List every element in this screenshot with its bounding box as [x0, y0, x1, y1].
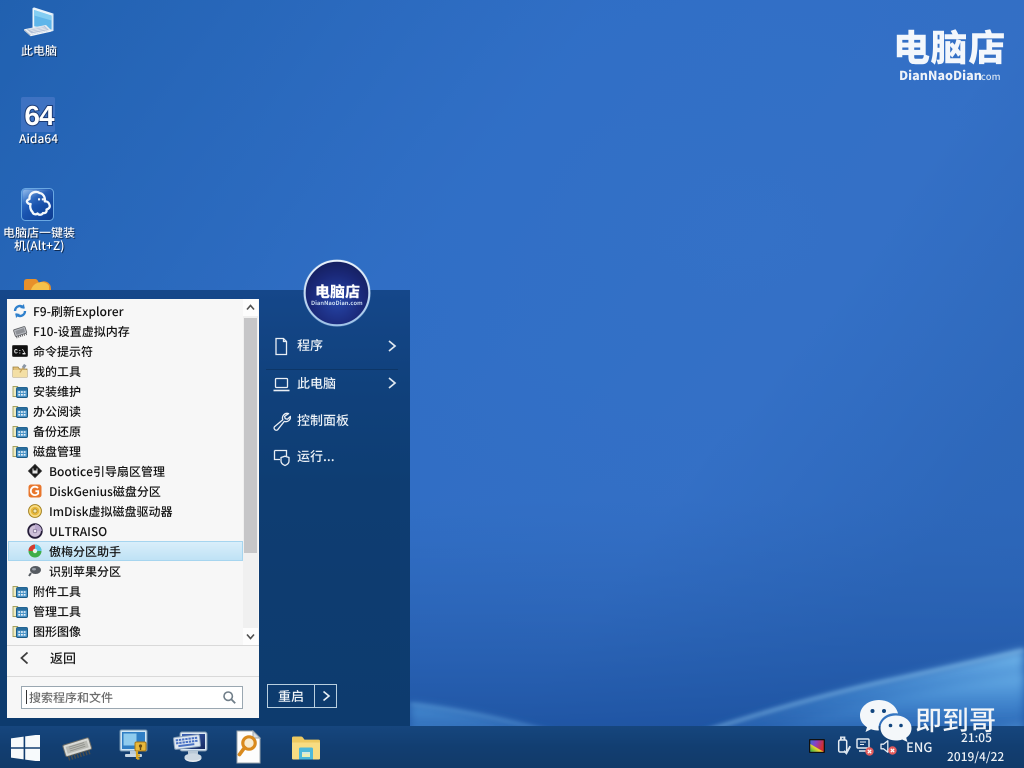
svg-text:64: 64 — [24, 100, 55, 131]
svg-text:C:\: C:\ — [14, 349, 26, 356]
